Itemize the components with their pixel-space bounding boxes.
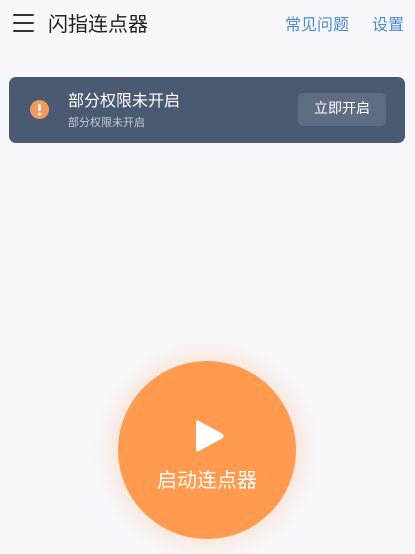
- app-title: 闪指连点器: [48, 12, 148, 36]
- faq-link[interactable]: 常见问题: [285, 14, 349, 36]
- app-header: 闪指连点器 常见问题 设置: [0, 0, 415, 48]
- start-button-label: 启动连点器: [157, 468, 257, 492]
- settings-link[interactable]: 设置: [372, 14, 404, 36]
- banner-title: 部分权限未开启: [68, 91, 181, 110]
- enable-now-button[interactable]: 立即开启: [298, 93, 386, 126]
- start-clicker-button[interactable]: 启动连点器: [118, 361, 296, 539]
- permission-banner: 部分权限未开启 部分权限未开启 立即开启: [9, 77, 405, 143]
- banner-subtitle: 部分权限未开启: [68, 116, 145, 129]
- warning-icon: [30, 100, 49, 119]
- hamburger-menu-icon[interactable]: [13, 14, 34, 32]
- play-icon: [193, 417, 226, 455]
